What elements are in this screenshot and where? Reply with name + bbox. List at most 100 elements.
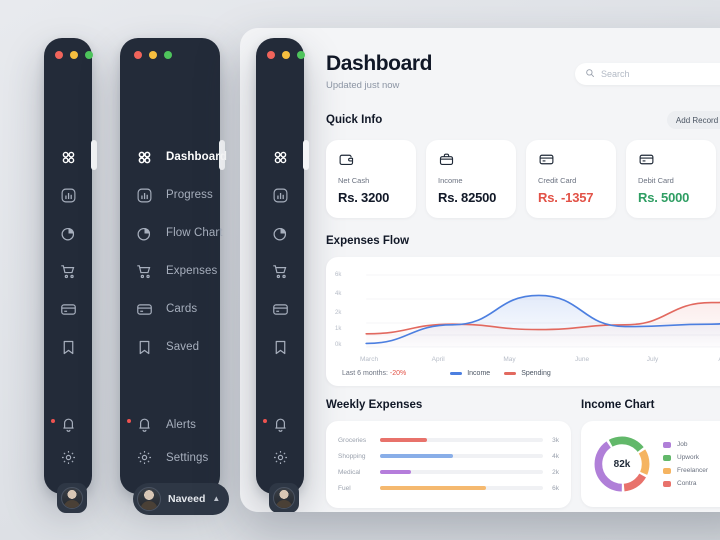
minimize-icon[interactable] <box>70 51 78 59</box>
y-tick-label: 6k <box>335 272 342 278</box>
legend-swatch <box>663 441 671 448</box>
sidebar-item-saved[interactable]: Saved <box>133 328 220 366</box>
sidebar-item-settings[interactable]: Settings <box>133 441 220 474</box>
sidebar-item-expenses[interactable]: Expenses <box>133 252 220 290</box>
sidebar-nav-collapsed-1 <box>44 138 92 366</box>
list-item: Fuel 6k <box>338 480 559 496</box>
income-chart-section: Income Chart 82k Job Upwork Freelancer C… <box>581 399 720 508</box>
sidebar-item-expenses[interactable] <box>269 252 304 290</box>
maximize-icon[interactable] <box>164 51 172 59</box>
quick-info-card-credit-card[interactable]: Credit Card Rs. -1357 <box>526 140 616 218</box>
sidebar-item-saved[interactable] <box>269 328 304 366</box>
legend-item-freelancer: Freelancer <box>663 467 708 474</box>
user-menu[interactable]: Naveed ▲ <box>133 483 230 515</box>
add-record-button[interactable]: Add Record + <box>666 111 720 129</box>
sidebar-item-settings[interactable] <box>57 441 92 474</box>
sidebar-item-cards[interactable] <box>269 290 304 328</box>
cart-icon <box>133 260 155 282</box>
legend-swatch <box>663 467 671 474</box>
sidebar-item-expenses[interactable] <box>57 252 92 290</box>
sidebar-item-cards[interactable] <box>57 290 92 328</box>
legend-item-contra: Contra <box>663 480 708 487</box>
expense-value: 4k <box>552 452 559 460</box>
sidebar-item-cards[interactable]: Cards <box>133 290 220 328</box>
bookmark-icon <box>133 336 155 358</box>
legend-item-upwork: Upwork <box>663 454 708 461</box>
cart-icon <box>57 260 79 282</box>
quick-info-cards: Net Cash Rs. 3200 Income Rs. 82500 Credi… <box>326 140 720 218</box>
alerts-badge <box>51 418 55 423</box>
y-tick-label: 0k <box>335 342 342 348</box>
expense-value: 2k <box>552 468 559 476</box>
pie-chart-icon <box>57 222 79 244</box>
bookmark-icon <box>269 336 291 358</box>
sidebar-panel-collapsed-2 <box>256 38 309 512</box>
close-icon[interactable] <box>55 51 63 59</box>
gear-icon <box>269 447 291 469</box>
list-item: Medical 2k <box>338 464 559 480</box>
quick-info-card-debit-card[interactable]: Debit Card Rs. 5000 <box>626 140 716 218</box>
credit-card-icon <box>269 298 291 320</box>
maximize-icon[interactable] <box>297 51 305 59</box>
search-icon <box>585 65 595 83</box>
avatar-image <box>61 487 83 509</box>
legend-label: Job <box>677 441 688 448</box>
sidebar-item-flow-chart[interactable]: Flow Chart <box>133 214 223 252</box>
minimize-icon[interactable] <box>149 51 157 59</box>
credit-card-icon <box>57 298 79 320</box>
sidebar-item-label: Progress <box>166 189 213 201</box>
sidebar-item-alerts[interactable] <box>263 408 304 441</box>
y-tick-label: 1k <box>335 326 342 332</box>
x-tick-label: June <box>575 356 590 363</box>
quick-info-card-income[interactable]: Income Rs. 82500 <box>426 140 516 218</box>
grid-icon <box>269 146 291 168</box>
window-controls <box>55 51 93 59</box>
search-bar[interactable] <box>575 63 720 85</box>
search-input[interactable] <box>601 69 720 79</box>
list-item: Shopping 4k <box>338 448 559 464</box>
minimize-icon[interactable] <box>282 51 290 59</box>
sidebar-item-saved[interactable] <box>57 328 92 366</box>
quick-info-card-net-cash[interactable]: Net Cash Rs. 3200 <box>326 140 416 218</box>
credit-card-icon <box>133 298 155 320</box>
sidebar-bottom-collapsed-2 <box>256 408 304 512</box>
legend-label: Freelancer <box>677 467 709 474</box>
close-icon[interactable] <box>267 51 275 59</box>
card-value: Rs. 5000 <box>638 190 690 205</box>
expense-name: Fuel <box>338 484 351 492</box>
x-tick-label: July <box>646 356 659 363</box>
progress-track <box>380 454 543 458</box>
sidebar-item-progress[interactable] <box>57 176 92 214</box>
sidebar-item-flow-chart[interactable] <box>57 214 92 252</box>
avatar[interactable] <box>57 483 87 513</box>
credit-card-icon <box>538 151 604 169</box>
close-icon[interactable] <box>134 51 142 59</box>
sidebar-item-settings[interactable] <box>269 441 304 474</box>
weekly-expenses-section: Weekly Expenses Groceries 3k Shopping 4k <box>326 399 571 508</box>
sidebar-item-dashboard[interactable]: Dashboard <box>133 138 227 176</box>
sidebar-item-progress[interactable] <box>269 176 304 214</box>
avatar[interactable] <box>269 483 299 512</box>
user-name: Naveed <box>168 493 206 505</box>
expense-name: Medical <box>338 468 361 476</box>
alerts-badge <box>263 418 267 423</box>
grid-icon <box>57 146 79 168</box>
sidebar-item-label: Expenses <box>166 265 218 277</box>
sidebar-nav-collapsed-2 <box>256 138 304 366</box>
window-controls <box>134 51 172 59</box>
legend-swatch <box>504 372 517 375</box>
maximize-icon[interactable] <box>85 51 93 59</box>
legend-item-income: Income <box>450 370 490 377</box>
sidebar-item-dashboard[interactable] <box>57 138 92 176</box>
sidebar-item-alerts[interactable]: Alerts <box>127 408 220 441</box>
avatar-image <box>273 487 295 509</box>
donut-center-value: 82k <box>613 458 631 470</box>
donut-chart: 82k <box>591 433 653 495</box>
sidebar-item-dashboard[interactable] <box>269 138 304 176</box>
sidebar-item-alerts[interactable] <box>51 408 92 441</box>
footer-value: -20% <box>389 370 407 377</box>
sidebar-item-flow-chart[interactable] <box>269 214 304 252</box>
sidebar-item-progress[interactable]: Progress <box>133 176 220 214</box>
sidebar-item-label: Alerts <box>166 418 196 431</box>
legend-swatch <box>663 454 671 461</box>
